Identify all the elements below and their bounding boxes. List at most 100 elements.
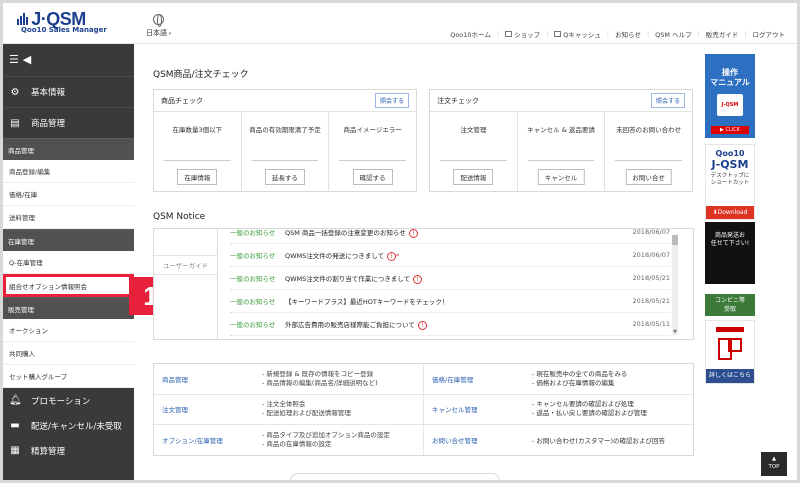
order-check-refresh-button[interactable]: 照会する: [650, 93, 685, 108]
guide-link-price-stock[interactable]: 価格/在庫管理: [432, 374, 473, 384]
list-item[interactable]: 一般のお知らせ 外部広告費用の販売店様際能ご負担について! 2018/05/11: [230, 313, 670, 336]
sidebar-group-stock: 在庫管理: [3, 229, 134, 251]
scroll-down-icon[interactable]: ▼: [672, 329, 678, 335]
sidebar-item-product-management[interactable]: ▤ 商品管理: [3, 107, 134, 138]
gear-icon: ⚙: [10, 86, 20, 98]
top-header: J·QSM Qoo10 Sales Manager 日本語 ▾ Qoo10ホーム…: [3, 3, 797, 44]
document-icon: ▤: [10, 117, 20, 129]
calculator-icon: ▦: [10, 445, 20, 456]
store-banner[interactable]: 詳しくはこちら: [705, 320, 755, 384]
sidebar-toggle[interactable]: ☰ ◀: [3, 44, 134, 76]
notice-title-text: QSM 商品一括登録の注意変更のお知らせ!: [285, 229, 630, 238]
ad-banner[interactable]: 商品発送お 任せて下さい!: [705, 222, 755, 284]
guide-table: 商品管理 - 新規登録 & 既存の情報をコピー登録 - 商品情報の編集(商品名/…: [153, 363, 695, 456]
notice-title-text: 【キーワードプラス】最近HOTキーワードをチェック！: [285, 298, 449, 306]
notice-category: 一般のお知らせ: [230, 275, 276, 283]
order-check-col: キャンセル & 返品要請 キャンセル: [518, 112, 606, 192]
scroll-top-button[interactable]: ▲ TOP: [761, 452, 787, 476]
chevron-up-icon: ▲: [771, 456, 777, 462]
confirm-button[interactable]: 確認する: [352, 169, 393, 185]
tab-user-guide[interactable]: ユーザーガイド: [154, 255, 217, 275]
check-label: 未回答のお問い合わせ: [616, 126, 682, 134]
sidebar-item-group-buy[interactable]: 共同購入: [3, 342, 134, 365]
scrollbar-thumb[interactable]: [672, 235, 678, 245]
convenience-banner[interactable]: コンビニ等 受取: [705, 294, 755, 316]
logo-subtitle: Qoo10 Sales Manager: [21, 26, 107, 34]
link-qcash[interactable]: Qキャッシュ: [563, 29, 601, 39]
sidebar-item-shipping-fee[interactable]: 送料管理: [3, 206, 134, 229]
shipping-info-button[interactable]: 配送情報: [453, 169, 494, 185]
sidebar-group-sales: 販売管理: [3, 297, 134, 319]
guide-link-inquiry[interactable]: お問い合せ管理: [432, 435, 478, 445]
order-check-panel: 注文チェック 照会する 注文管理 配送情報 キャンセル & 返品要請 キャンセル…: [429, 89, 693, 192]
guide-link-product[interactable]: 商品管理: [162, 374, 188, 384]
sidebar-item-price-stock[interactable]: 価格/在庫: [3, 183, 134, 206]
logo-bars-icon: [17, 13, 29, 25]
sidebar-item-label: 配送/キャンセル/未受取: [31, 421, 122, 432]
list-item[interactable]: 一般のお知らせ QSM 商品一括登録の注意変更のお知らせ! 2018/06/07: [230, 228, 670, 244]
product-check-refresh-button[interactable]: 照会する: [374, 93, 409, 108]
sidebar-item-combo-option[interactable]: 組合せオプション情報照会: [3, 274, 134, 297]
link-shop[interactable]: ショップ: [514, 29, 540, 39]
shortcut-text: デスクトップに ショートカット: [710, 173, 750, 186]
notice-date: 2018/06/07: [632, 251, 670, 259]
sidebar: ☰ ◀ ⚙ 基本情報 ▤ 商品管理 商品管理 商品登録/編集 価格/在庫 送料管…: [3, 44, 134, 480]
check-label: 在庫数量3個以下: [172, 126, 223, 134]
guide-desc: - 注文全体照会 - 配送処理および配送情報管理: [254, 394, 424, 426]
manual-title: 操作 マニュアル: [710, 68, 750, 87]
cancel-button[interactable]: キャンセル: [537, 169, 585, 185]
sidebar-item-product-register[interactable]: 商品登録/編集: [3, 160, 134, 183]
sidebar-item-settlement[interactable]: ▦ 精算管理: [3, 438, 134, 463]
truck-icon: ▬: [10, 420, 20, 431]
download-button[interactable]: ⬇Download: [706, 206, 754, 219]
shortcut-banner[interactable]: Qoo10 J-QSM デスクトップに ショートカット ⬇Download: [705, 144, 755, 220]
notice-date: 2018/05/21: [632, 274, 670, 282]
inquiry-button[interactable]: お問い合せ: [625, 169, 672, 185]
link-sales-guide[interactable]: 販売ガイド: [706, 29, 739, 39]
sidebar-item-label: 商品管理: [31, 119, 66, 129]
sidebar-item-label: 精算管理: [31, 446, 66, 457]
link-qoo10-home[interactable]: Qoo10ホーム: [450, 29, 491, 39]
top-label: TOP: [768, 464, 780, 470]
sidebar-item-auction[interactable]: オークション: [3, 319, 134, 342]
extend-button[interactable]: 延長する: [265, 169, 305, 185]
sidebar-item-shipping[interactable]: ▬ 配送/キャンセル/未受取: [3, 413, 134, 438]
link-help[interactable]: QSM ヘルプ: [655, 29, 691, 39]
sidebar-item-basic-info[interactable]: ⚙ 基本情報: [3, 76, 134, 107]
store-detail-link[interactable]: 詳しくはこちら: [706, 369, 754, 383]
order-check-col: 注文管理 配送情報: [430, 112, 518, 192]
notice-category: 一般のお知らせ: [230, 298, 276, 306]
sidebar-item-q-stock[interactable]: Q-在庫管理: [3, 251, 134, 274]
notice-category: 一般のお知らせ: [230, 252, 276, 260]
notice-scrollbar[interactable]: ▼: [672, 235, 678, 335]
order-check-title: 注文チェック: [437, 96, 479, 105]
check-label: 注文管理: [460, 126, 487, 134]
guide-link-cancel[interactable]: キャンセル管理: [432, 404, 478, 414]
link-logout[interactable]: ログアウト: [753, 29, 786, 39]
product-check-panel: 商品チェック 照会する 在庫数量3個以下 在庫情報 商品の有効期限満了予定 延長…: [153, 89, 417, 192]
notice-panel: ユーザーガイド 一般のお知らせ QSM 商品一括登録の注意変更のお知らせ! 20…: [153, 228, 694, 340]
notice-tab-column: ユーザーガイド: [154, 229, 218, 339]
globe-icon: [153, 14, 165, 27]
shop-icon: [505, 31, 513, 37]
guide-link-order[interactable]: 注文管理: [162, 404, 188, 414]
list-item[interactable]: 一般のお知らせ QWMS注文件の発送につきまして! * 2018/06/07: [230, 244, 670, 267]
notice-title-text: QWMS注文件の発送につきまして! *: [285, 251, 400, 261]
link-notices[interactable]: お知らせ: [615, 29, 641, 39]
language-selector[interactable]: 日本語 ▾: [146, 14, 171, 38]
list-item[interactable]: 一般のお知らせ 【キーワードプラス】最近HOTキーワードをチェック！ 2018/…: [230, 290, 670, 313]
guide-link-option-stock[interactable]: オプション/在庫管理: [162, 435, 223, 445]
sidebar-item-promotion[interactable]: 🔔︎ プロモーション: [3, 388, 134, 413]
sidebar-item-set-group[interactable]: セット購入グループ: [3, 365, 134, 388]
notice-date: 2018/05/11: [632, 320, 670, 328]
check-label: 商品イメージエラー: [343, 126, 402, 134]
guide-desc: - 現在販売中の全ての商品をみる - 価格および在庫情報の編集: [524, 364, 695, 395]
stock-info-button[interactable]: 在庫情報: [177, 169, 218, 185]
list-item[interactable]: 一般のお知らせ QWMS注文件の割り当て作業につきまして! 2018/05/21: [230, 267, 670, 290]
manual-banner[interactable]: 操作 マニュアル J-QSM ▶ CLICK: [705, 54, 755, 138]
notice-date: 2018/06/07: [632, 228, 670, 236]
shortcut-logo: J-QSM: [711, 158, 749, 171]
page-title: QSM商品/注文チェック: [153, 70, 249, 80]
shortcut-qoo10: Qoo10: [715, 149, 745, 158]
alert-icon: !: [408, 229, 418, 238]
